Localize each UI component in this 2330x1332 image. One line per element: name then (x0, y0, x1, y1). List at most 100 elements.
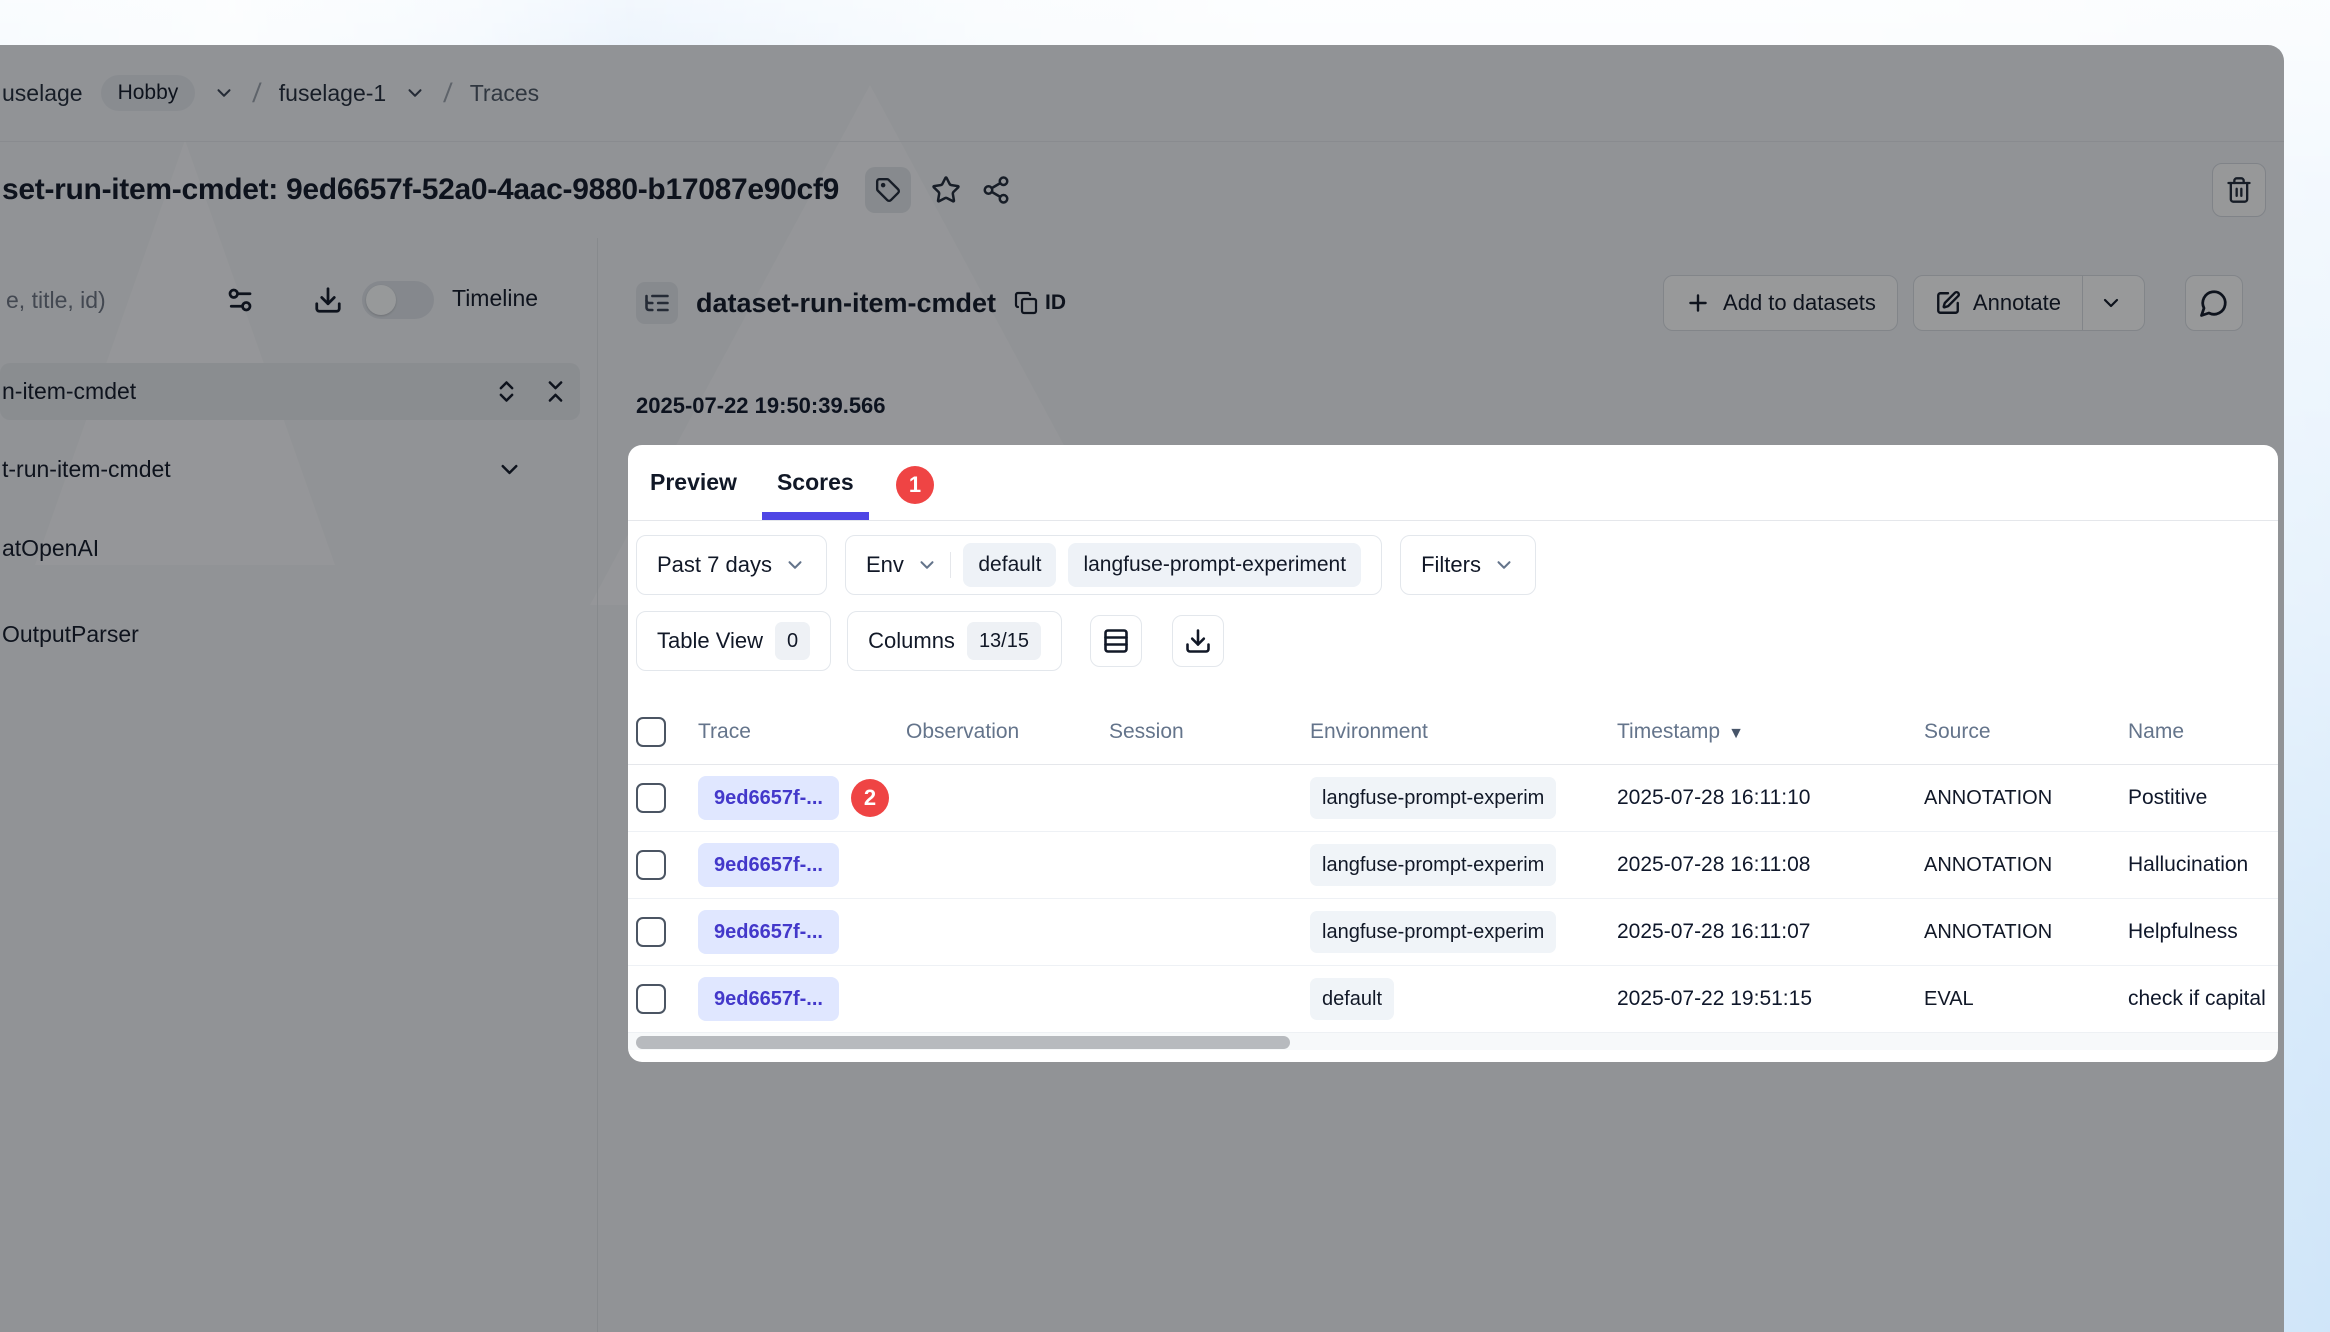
tree-item-label: t-run-item-cmdet (2, 456, 171, 483)
share-button[interactable] (981, 175, 1011, 205)
table-row[interactable]: 9ed6657f-... langfuse-prompt-experim 202… (628, 899, 2278, 966)
row-name: check if capital (2128, 987, 2278, 1011)
environment-chip: langfuse-prompt-experim (1310, 844, 1556, 886)
id-label: ID (1045, 291, 1066, 315)
timeline-toggle[interactable] (362, 281, 434, 319)
search-input[interactable]: e, title, id) (6, 287, 106, 314)
annotation-marker-1: 1 (896, 466, 934, 504)
trace-link[interactable]: 9ed6657f-... (698, 843, 839, 887)
row-timestamp: 2025-07-28 16:11:07 (1617, 920, 1924, 944)
copy-icon (1014, 291, 1038, 315)
tree-item-selected[interactable]: n-item-cmdet (0, 363, 580, 420)
breadcrumb-current[interactable]: Traces (470, 80, 539, 107)
env-filter-control[interactable]: Env default langfuse-prompt-experiment (845, 535, 1382, 595)
tag-icon (875, 177, 901, 203)
chevron-down-icon (916, 554, 938, 576)
chevron-down-icon[interactable] (404, 82, 426, 104)
row-name: Postitive (2128, 786, 2278, 810)
download-tree-button[interactable] (310, 282, 346, 318)
tab-preview[interactable]: Preview (650, 445, 737, 520)
filters-button[interactable]: Filters (1400, 535, 1536, 595)
collapse-all-icon[interactable] (542, 378, 569, 405)
column-header-trace[interactable]: Trace (698, 720, 906, 744)
scrollbar-thumb[interactable] (636, 1036, 1290, 1049)
horizontal-scrollbar[interactable] (628, 1032, 2278, 1050)
chevron-down-icon[interactable] (496, 456, 523, 483)
table-row[interactable]: 9ed6657f-...2 langfuse-prompt-experim 20… (628, 765, 2278, 832)
comment-bubble-icon (2199, 288, 2229, 318)
env-value-chip[interactable]: default (963, 543, 1056, 587)
env-value-chip[interactable]: langfuse-prompt-experiment (1068, 543, 1361, 587)
sidebar-search-row: e, title, id) Timeline (0, 273, 597, 327)
detail-header: dataset-run-item-cmdet ID (636, 275, 1066, 331)
columns-count: 13/15 (967, 622, 1041, 660)
date-range-button[interactable]: Past 7 days (636, 535, 827, 595)
add-tag-button[interactable] (865, 167, 911, 213)
item-name: dataset-run-item-cmdet (696, 288, 996, 319)
tree-item-label: OutputParser (2, 621, 139, 648)
sliders-icon (225, 285, 255, 315)
star-icon (931, 175, 961, 205)
filter-settings-button[interactable] (222, 282, 258, 318)
column-header-session[interactable]: Session (1109, 720, 1310, 744)
row-name: Hallucination (2128, 853, 2278, 877)
header-actions: Add to datasets Annotate (1663, 275, 2243, 331)
timeline-label: Timeline (452, 285, 538, 312)
column-header-observation[interactable]: Observation (906, 720, 1109, 744)
chevron-down-icon[interactable] (213, 82, 235, 104)
row-checkbox[interactable] (636, 984, 666, 1014)
sort-desc-icon: ▼ (1728, 725, 1744, 742)
column-header-environment[interactable]: Environment (1310, 720, 1617, 744)
tree-item[interactable]: t-run-item-cmdet (0, 441, 171, 498)
environment-chip: default (1310, 978, 1394, 1020)
tab-bar: Preview Scores 1 (628, 445, 2278, 521)
select-all-checkbox[interactable] (636, 717, 666, 747)
tree-item[interactable]: atOpenAI (0, 520, 99, 577)
copy-id-button[interactable]: ID (1014, 291, 1066, 315)
table-view-button[interactable]: Table View 0 (636, 611, 831, 671)
annotate-dropdown[interactable] (2082, 276, 2123, 330)
table-row[interactable]: 9ed6657f-... langfuse-prompt-experim 202… (628, 832, 2278, 899)
trace-link[interactable]: 9ed6657f-... (698, 910, 839, 954)
delete-button[interactable] (2212, 163, 2266, 217)
chevron-down-icon (784, 554, 806, 576)
trash-icon (2225, 176, 2253, 204)
column-header-timestamp[interactable]: Timestamp▼ (1617, 720, 1924, 744)
row-checkbox[interactable] (636, 850, 666, 880)
tree-item-label: n-item-cmdet (2, 378, 136, 405)
edit-pen-icon (1935, 290, 1961, 316)
bookmark-star-button[interactable] (931, 175, 961, 205)
column-header-source[interactable]: Source (1924, 720, 2128, 744)
row-checkbox[interactable] (636, 783, 666, 813)
chevron-down-icon (2099, 291, 2123, 315)
annotate-split-button[interactable]: Annotate (1913, 275, 2145, 331)
list-tree-icon (636, 282, 678, 324)
tab-scores[interactable]: Scores (777, 445, 854, 520)
trace-link[interactable]: 9ed6657f-... (698, 776, 839, 820)
download-icon (313, 285, 343, 315)
breadcrumb-project[interactable]: fuselage-1 (279, 80, 386, 107)
tree-item-label: atOpenAI (2, 535, 99, 562)
add-to-datasets-button[interactable]: Add to datasets (1663, 275, 1898, 331)
row-height-button[interactable] (1090, 615, 1142, 667)
table-row[interactable]: 9ed6657f-... default 2025-07-22 19:51:15… (628, 966, 2278, 1033)
title-bar: set-run-item-cmdet: 9ed6657f-52a0-4aac-9… (0, 142, 2284, 238)
share-icon (981, 175, 1011, 205)
filters-row: Past 7 days Env default langfuse-prompt-… (636, 535, 1536, 595)
environment-chip: langfuse-prompt-experim (1310, 777, 1556, 819)
column-header-name[interactable]: Name (2128, 720, 2278, 744)
rows-icon (1102, 627, 1130, 655)
comments-button[interactable] (2185, 275, 2243, 331)
expand-all-icon[interactable] (493, 378, 520, 405)
chevron-down-icon (1493, 554, 1515, 576)
export-button[interactable] (1172, 615, 1224, 667)
tree-item[interactable]: OutputParser (0, 606, 139, 663)
trace-link[interactable]: 9ed6657f-... (698, 977, 839, 1021)
breadcrumb-org[interactable]: uselage (2, 80, 83, 107)
columns-button[interactable]: Columns 13/15 (847, 611, 1062, 671)
row-checkbox[interactable] (636, 917, 666, 947)
table-toolbar: Table View 0 Columns 13/15 (636, 611, 1224, 671)
plus-icon (1685, 290, 1711, 316)
annotation-marker-2: 2 (851, 779, 889, 817)
table-header: Trace Observation Session Environment Ti… (628, 700, 2278, 765)
